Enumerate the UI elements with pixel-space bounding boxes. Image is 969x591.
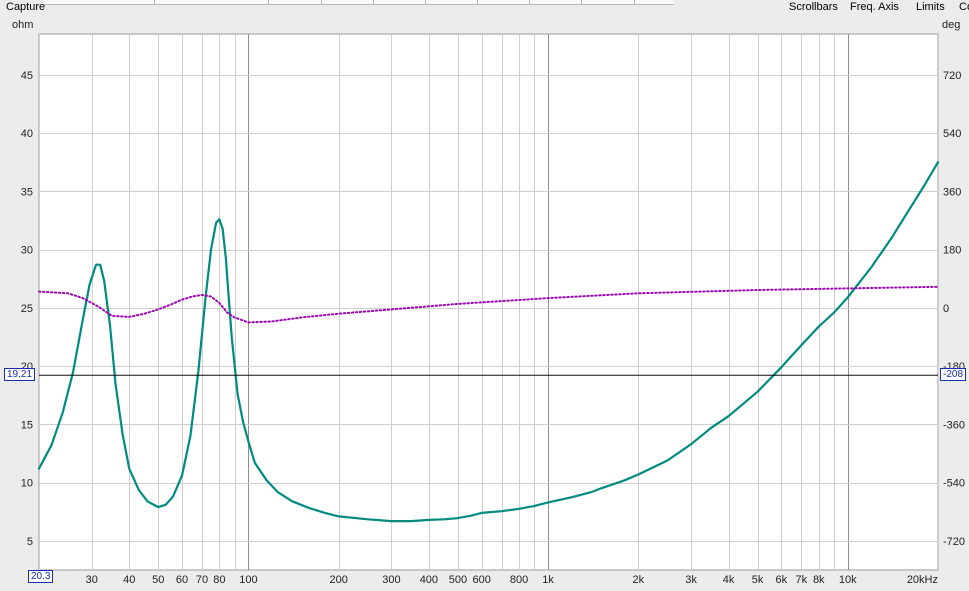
impedance-chart[interactable]: ohm deg 30 40 50 60 70 80 100 200 300 400 500 600 80… bbox=[0, 0, 969, 591]
x-tick-label: 7k bbox=[796, 574, 808, 586]
left-y-tick-label: 15 bbox=[21, 419, 33, 431]
x-tick-label: 70 bbox=[196, 574, 208, 586]
x-tick-label: 8k bbox=[813, 574, 825, 586]
left-y-tick-label: 25 bbox=[21, 303, 33, 315]
x-tick-label: 600 bbox=[472, 574, 490, 586]
x-tick-label: 20kHz bbox=[907, 574, 938, 586]
x-tick-label: 100 bbox=[239, 574, 257, 586]
x-tick-labels: 30 40 50 60 70 80 100 200 300 400 500 600 800 1k 2k 3k 4… bbox=[86, 574, 938, 586]
cursor-frequency-readout: 20.3 bbox=[28, 570, 54, 583]
right-axis-unit: deg bbox=[942, 19, 960, 31]
right-y-tick-labels: -720-540-360-1800180360540720 bbox=[943, 70, 965, 548]
right-y-tick-label: 0 bbox=[943, 303, 949, 315]
left-y-tick-label: 30 bbox=[21, 245, 33, 257]
x-tick-label: 30 bbox=[86, 574, 98, 586]
x-tick-label: 800 bbox=[510, 574, 528, 586]
x-tick-label: 400 bbox=[420, 574, 438, 586]
left-y-tick-label: 35 bbox=[21, 186, 33, 198]
right-y-tick-label: 360 bbox=[943, 186, 961, 198]
x-tick-label: 6k bbox=[775, 574, 787, 586]
left-y-tick-labels: 51015202530354045 bbox=[21, 70, 33, 548]
x-tick-label: 300 bbox=[382, 574, 400, 586]
x-tick-label: 2k bbox=[633, 574, 645, 586]
right-y-tick-label: -540 bbox=[943, 478, 965, 490]
left-y-tick-label: 45 bbox=[21, 70, 33, 82]
x-tick-label: 80 bbox=[213, 574, 225, 586]
x-tick-label: 3k bbox=[685, 574, 697, 586]
left-y-tick-label: 5 bbox=[27, 536, 33, 548]
x-tick-label: 1k bbox=[542, 574, 554, 586]
left-y-tick-label: 40 bbox=[21, 128, 33, 140]
x-tick-label: 500 bbox=[449, 574, 467, 586]
right-y-tick-label: 180 bbox=[943, 245, 961, 257]
x-tick-label: 4k bbox=[723, 574, 735, 586]
cursor-level-right-readout: -208 bbox=[940, 368, 967, 382]
x-tick-label: 10k bbox=[839, 574, 857, 586]
x-tick-label: 5k bbox=[752, 574, 764, 586]
left-axis-unit: ohm bbox=[12, 19, 33, 31]
right-y-tick-label: 540 bbox=[943, 128, 961, 140]
right-y-tick-label: -720 bbox=[943, 536, 965, 548]
right-y-tick-label: 720 bbox=[943, 70, 961, 82]
cursor-level-left-readout: 19.21 bbox=[4, 368, 36, 382]
x-tick-label: 60 bbox=[176, 574, 188, 586]
x-tick-label: 40 bbox=[123, 574, 135, 586]
x-tick-label: 50 bbox=[152, 574, 164, 586]
left-y-tick-label: 10 bbox=[21, 478, 33, 490]
x-tick-label: 200 bbox=[329, 574, 347, 586]
right-y-tick-label: -360 bbox=[943, 419, 965, 431]
